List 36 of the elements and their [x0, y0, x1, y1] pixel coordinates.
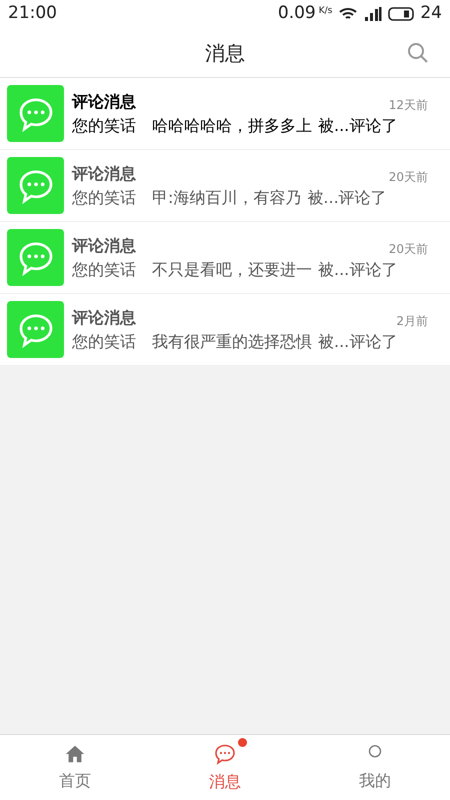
message-time: 20天前	[388, 168, 428, 186]
tab[interactable]: 首页	[0, 735, 150, 800]
message-time: 12天前	[388, 96, 428, 114]
message-suffix: 被...评论了	[307, 186, 387, 208]
message-time: 2月前	[396, 312, 428, 330]
clock: 21:00	[8, 2, 57, 26]
network-speed: 0.09	[278, 2, 316, 26]
message-item[interactable]: 评论消息 2月前 您的笑话 我有很严重的选择恐惧 被...评论了	[0, 294, 450, 366]
battery-level: 24	[420, 2, 442, 26]
tab[interactable]: 消息	[150, 735, 300, 800]
message-preview: 哈哈哈哈哈，拼多多上	[152, 114, 312, 136]
chat-icon	[213, 742, 237, 766]
message-suffix: 被...评论了	[318, 114, 398, 136]
message-preview: 不只是看吧，还要进一	[152, 258, 312, 280]
speed-unit: K/s	[318, 5, 332, 18]
message-source: 您的笑话	[72, 330, 136, 352]
message-title: 评论消息	[72, 90, 136, 112]
message-time: 20天前	[388, 240, 428, 258]
page-title: 消息	[205, 40, 245, 66]
tab[interactable]: 我的	[300, 735, 450, 800]
signal-icon	[364, 6, 382, 22]
battery-icon	[388, 7, 414, 21]
message-item[interactable]: 评论消息 12天前 您的笑话 哈哈哈哈哈，拼多多上 被...评论了	[0, 78, 450, 150]
message-preview: 甲:海纳百川，有容乃	[152, 186, 302, 208]
message-item[interactable]: 评论消息 20天前 您的笑话 甲:海纳百川，有容乃 被...评论了	[0, 150, 450, 222]
search-button[interactable]	[406, 41, 430, 65]
message-source: 您的笑话	[72, 114, 136, 136]
message-item[interactable]: 评论消息 20天前 您的笑话 不只是看吧，还要进一 被...评论了	[0, 222, 450, 294]
message-title: 评论消息	[72, 162, 136, 184]
message-title: 评论消息	[72, 306, 136, 328]
message-source: 您的笑话	[72, 186, 136, 208]
message-title: 评论消息	[72, 234, 136, 256]
message-preview: 我有很严重的选择恐惧	[152, 330, 312, 352]
message-suffix: 被...评论了	[318, 258, 398, 280]
message-suffix: 被...评论了	[318, 330, 398, 352]
message-source: 您的笑话	[72, 258, 136, 280]
